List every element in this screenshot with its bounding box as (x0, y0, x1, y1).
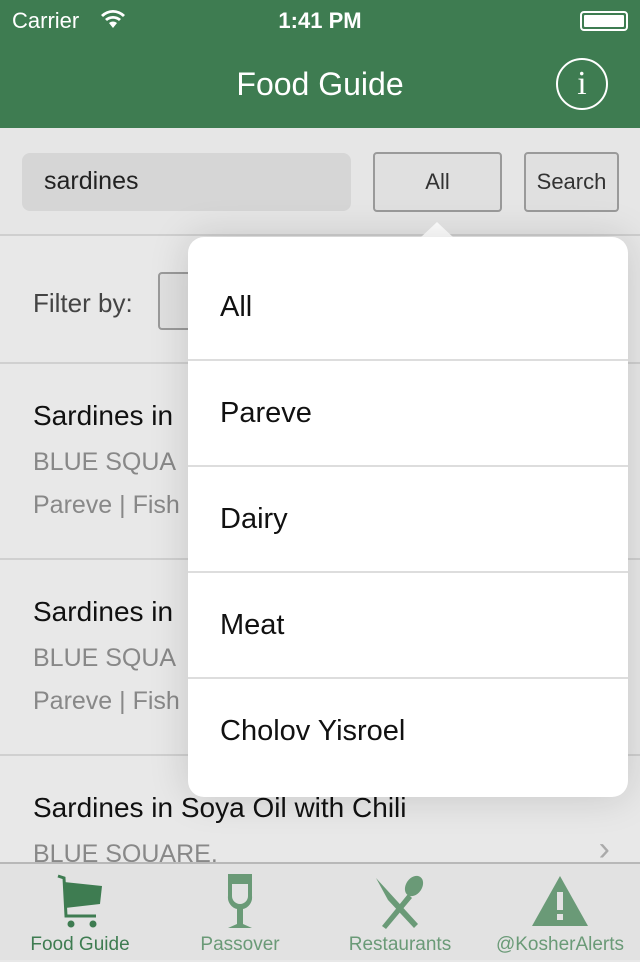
item-brand: BLUE SQUA (33, 448, 177, 476)
tab-restaurants[interactable]: Restaurants (320, 864, 480, 962)
tab-label: Passover (200, 934, 280, 955)
item-name: Sardines in (33, 596, 174, 627)
option-meat[interactable]: Meat (188, 573, 628, 679)
tab-label: Food Guide (30, 934, 130, 955)
option-all[interactable]: All (188, 255, 628, 361)
tab-kosher-alerts[interactable]: @KosherAlerts (480, 864, 640, 962)
option-pareve[interactable]: Pareve (188, 361, 628, 467)
item-tags: Pareve | Fish (33, 491, 180, 519)
item-brand: BLUE SQUA (33, 644, 177, 672)
info-icon[interactable]: i (556, 58, 608, 110)
battery-icon (580, 11, 628, 31)
wine-glass-icon (227, 874, 253, 928)
tab-bar: Food Guide Passover Restaurants @KosherA… (0, 862, 640, 960)
tab-passover[interactable]: Passover (160, 864, 320, 962)
search-button[interactable]: Search (524, 152, 619, 212)
warning-icon (532, 876, 588, 926)
category-popover: All Pareve Dairy Meat Cholov Yisroel (188, 237, 628, 797)
tab-food-guide[interactable]: Food Guide (0, 864, 160, 962)
status-bar: Carrier 1:41 PM (0, 0, 640, 40)
clock: 1:41 PM (278, 8, 362, 33)
tab-label: @KosherAlerts (495, 934, 625, 955)
tab-label: Restaurants (348, 934, 452, 955)
fork-spoon-icon (376, 875, 424, 929)
category-button[interactable]: All (373, 152, 502, 212)
search-input[interactable]: sardines (22, 153, 351, 211)
page-title: Food Guide (236, 66, 404, 102)
option-dairy[interactable]: Dairy (188, 467, 628, 573)
cart-icon (57, 874, 102, 928)
option-cholov-yisroel[interactable]: Cholov Yisroel (188, 679, 628, 785)
search-bar: sardines All Search (0, 128, 640, 236)
filter-label: Filter by: (33, 288, 133, 318)
item-tags: Pareve | Fish (33, 687, 180, 715)
item-name: Sardines in (33, 400, 174, 431)
nav-bar: Food Guide i (0, 40, 640, 128)
popover-arrow (420, 222, 454, 238)
